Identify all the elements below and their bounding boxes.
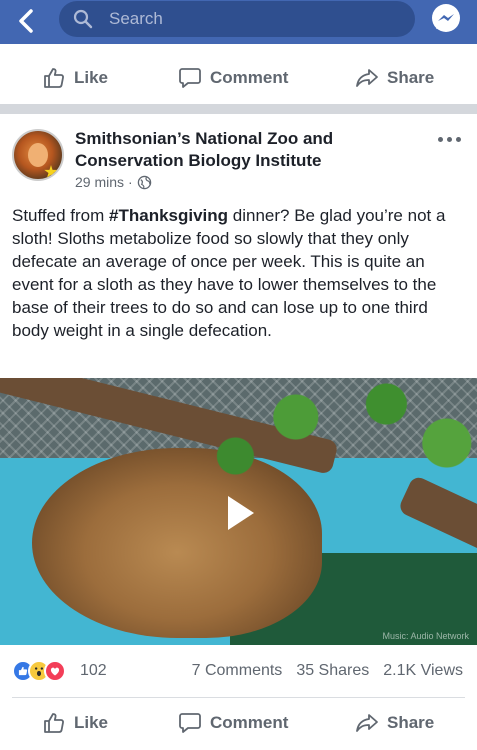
feed-separator — [0, 104, 477, 114]
video-watermark: Music: Audio Network — [382, 631, 469, 641]
comments-count[interactable]: 7 Comments — [192, 662, 283, 680]
play-icon[interactable] — [208, 488, 268, 538]
more-options-dot — [447, 137, 452, 142]
share-label: Share — [387, 713, 435, 732]
engagement-stats: 7 Comments 35 Shares 2.1K Views — [192, 662, 463, 680]
love-reaction-icon — [44, 660, 66, 682]
share-icon — [356, 69, 378, 87]
more-options-dot — [456, 137, 461, 142]
thumbs-up-icon — [44, 68, 64, 88]
page-avatar[interactable] — [12, 129, 64, 181]
top-navigation-bar: Search — [0, 0, 477, 44]
more-options-dot — [438, 137, 443, 142]
comment-label: Comment — [210, 713, 289, 732]
reactions-summary[interactable] — [12, 660, 76, 684]
share-button[interactable]: Share — [355, 52, 434, 104]
previous-post-actions: Like Comment Share — [0, 52, 477, 104]
post-text-rest: dinner? Be glad you’re not a sloth! Slot… — [12, 206, 446, 340]
like-label: Like — [74, 713, 109, 732]
views-count[interactable]: 2.1K Views — [383, 662, 463, 680]
share-label: Share — [387, 68, 435, 87]
more-options-button[interactable] — [436, 132, 466, 148]
post-text-start: Stuffed from — [12, 206, 110, 225]
post-time[interactable]: 29 mins — [75, 174, 124, 190]
comment-label: Comment — [210, 68, 289, 87]
like-button[interactable]: Like — [42, 52, 108, 104]
share-icon — [356, 714, 378, 732]
page-name[interactable]: Smithsonian’s National Zoo and Conservat… — [75, 128, 375, 172]
meta-separator: · — [128, 174, 133, 190]
messenger-icon[interactable] — [430, 3, 462, 35]
post-actions: Like Comment Share — [0, 697, 477, 749]
shares-count[interactable]: 35 Shares — [296, 662, 369, 680]
reaction-count[interactable]: 102 — [80, 662, 107, 680]
post-text: Stuffed from #Thanksgiving dinner? Be gl… — [12, 204, 467, 342]
globe-icon — [137, 175, 151, 189]
share-button[interactable]: Share — [355, 697, 434, 749]
like-label: Like — [74, 68, 109, 87]
search-icon — [73, 9, 93, 29]
like-button[interactable]: Like — [42, 697, 108, 749]
search-input[interactable]: Search — [59, 1, 415, 37]
post-meta: 29 mins · — [75, 174, 152, 190]
orangutan-face — [28, 143, 48, 167]
comment-button[interactable]: Comment — [178, 697, 288, 749]
comment-icon — [179, 68, 201, 88]
back-arrow-icon[interactable] — [12, 6, 42, 36]
hashtag-link[interactable]: #Thanksgiving — [109, 206, 228, 225]
thumbs-up-icon — [44, 713, 64, 733]
star-badge-icon — [44, 165, 58, 178]
comment-icon — [179, 713, 201, 733]
post-video[interactable]: Music: Audio Network — [0, 378, 477, 645]
search-placeholder: Search — [109, 9, 163, 28]
comment-button[interactable]: Comment — [178, 52, 288, 104]
